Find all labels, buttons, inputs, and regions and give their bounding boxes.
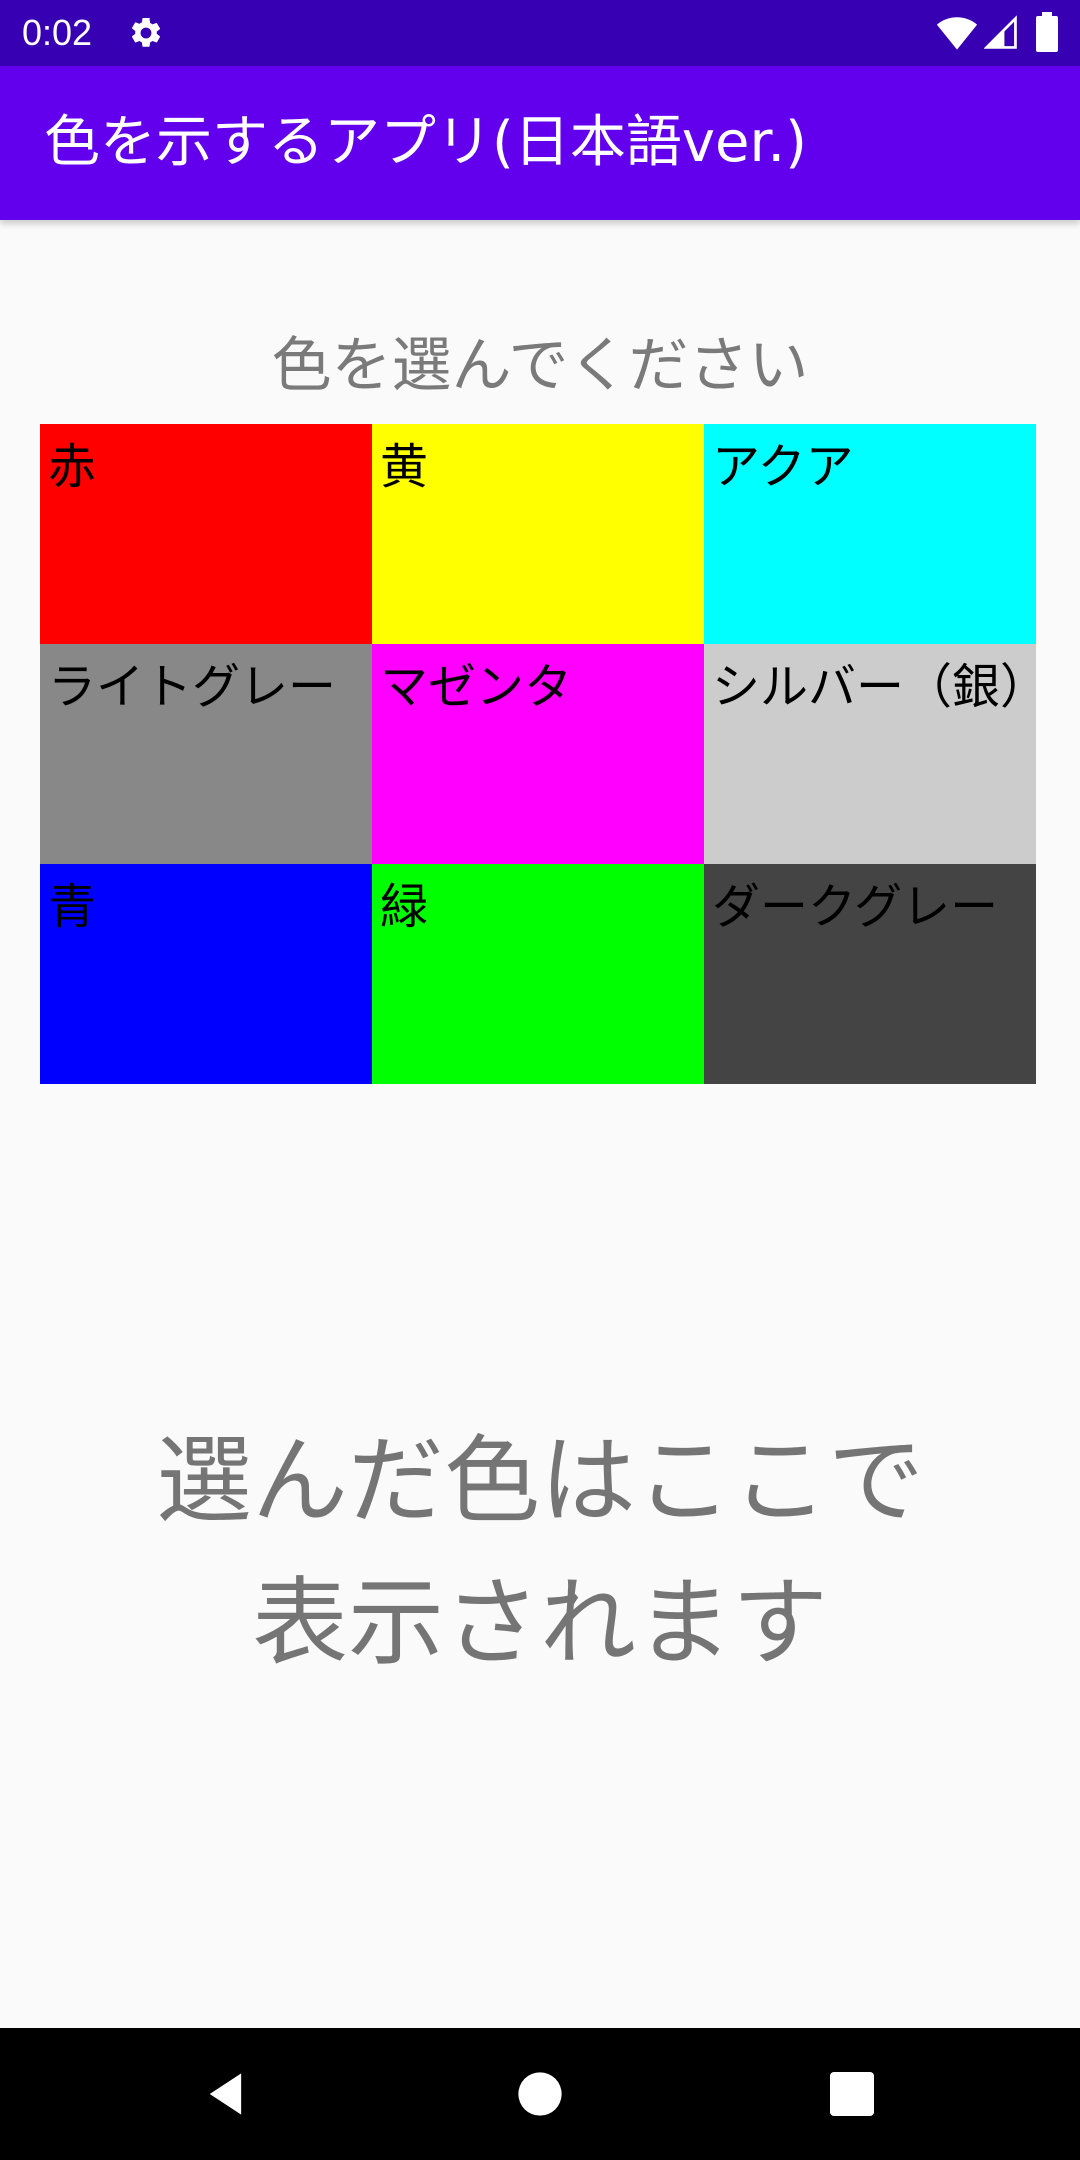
color-button-light-gray[interactable]: ライトグレー: [40, 644, 372, 864]
color-button-yellow[interactable]: 黄: [372, 424, 704, 644]
prompt-label: 色を選んでください: [271, 331, 809, 401]
selected-color-display: 選んだ色はここで 表示されます: [0, 1410, 1080, 1694]
battery-icon: [1036, 12, 1058, 52]
signal-icon: [984, 15, 1017, 49]
back-icon[interactable]: [200, 2068, 252, 2120]
color-button-silver[interactable]: シルバー（銀）: [704, 644, 1036, 864]
color-button-aqua[interactable]: アクア: [704, 424, 1036, 644]
color-grid: 赤 黄 アクア ライトグレー マゼンタ シルバー（銀） 青 緑 ダークグレー: [40, 424, 1036, 1084]
color-button-magenta[interactable]: マゼンタ: [372, 644, 704, 864]
color-button-red[interactable]: 赤: [40, 424, 372, 644]
result-line-1: 選んだ色はここで: [156, 1425, 924, 1537]
recent-apps-icon[interactable]: [828, 2070, 876, 2118]
gear-icon: [131, 17, 161, 47]
screen: 0:02 色を示するアプリ(日本語ver.) 色を選んでください 赤 黄 アクア…: [0, 0, 1080, 2160]
home-icon[interactable]: [514, 2068, 566, 2120]
color-button-dark-gray[interactable]: ダークグレー: [704, 864, 1036, 1084]
navigation-bar: [0, 2028, 1080, 2160]
status-time: 0:02: [22, 12, 93, 53]
color-button-blue[interactable]: 青: [40, 864, 372, 1084]
wifi-icon: [936, 17, 978, 50]
result-line-2: 表示されます: [252, 1567, 828, 1679]
app-title: 色を示するアプリ(日本語ver.): [44, 110, 807, 175]
status-bar: 0:02: [0, 0, 1080, 66]
app-bar: 色を示するアプリ(日本語ver.): [0, 66, 1080, 220]
color-button-green[interactable]: 緑: [372, 864, 704, 1084]
